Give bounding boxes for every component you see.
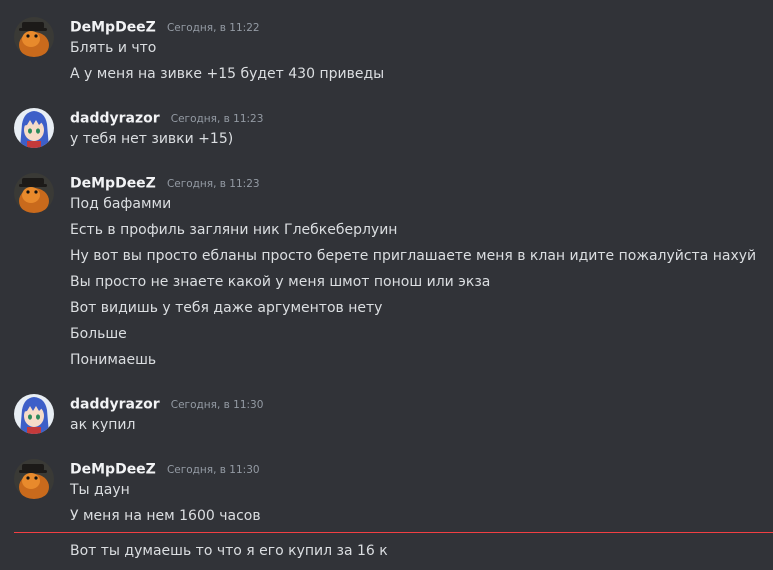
character-avatar-icon xyxy=(14,459,54,499)
message-text: Вы просто не знаете какой у меня шмот по… xyxy=(70,274,491,290)
message-text: Понимаешь xyxy=(70,352,157,368)
chat-messages[interactable]: DeMpDeeZ Сегодня, в 11:22 Блять и что А … xyxy=(0,0,773,570)
anime-girl-avatar-icon xyxy=(14,394,54,434)
avatar-dempdeez[interactable] xyxy=(14,459,54,499)
username[interactable]: DeMpDeeZ xyxy=(70,462,156,478)
anime-girl-avatar-icon xyxy=(14,108,54,148)
message-text: Больше xyxy=(70,326,127,342)
message-text: Блять и что xyxy=(70,40,157,56)
timestamp: Сегодня, в 11:23 xyxy=(166,177,260,190)
message-text: У меня на нем 1600 часов xyxy=(70,508,261,524)
character-avatar-icon xyxy=(14,17,54,57)
message-header: daddyrazor Сегодня, в 11:23 xyxy=(70,108,263,128)
message-header: daddyrazor Сегодня, в 11:30 xyxy=(70,394,263,414)
message-text: А у меня на зивке +15 будет 430 приведы xyxy=(70,66,385,82)
avatar-dempdeez[interactable] xyxy=(14,17,54,57)
timestamp: Сегодня, в 11:30 xyxy=(166,463,260,476)
character-avatar-icon xyxy=(14,173,54,213)
username[interactable]: DeMpDeeZ xyxy=(70,20,156,36)
avatar-dempdeez[interactable] xyxy=(14,173,54,213)
message-header: DeMpDeeZ Сегодня, в 11:23 xyxy=(70,173,260,193)
avatar-daddyrazor[interactable] xyxy=(14,108,54,148)
message-text: ак купил xyxy=(70,417,136,433)
message-header: DeMpDeeZ Сегодня, в 11:30 xyxy=(70,459,260,479)
message-text: Ну вот вы просто ебланы просто берете пр… xyxy=(70,248,757,264)
username[interactable]: daddyrazor xyxy=(70,397,160,413)
message-text: Ты даун xyxy=(70,482,130,498)
timestamp: Сегодня, в 11:22 xyxy=(166,21,260,34)
timestamp: Сегодня, в 11:30 xyxy=(170,398,264,411)
message-text: Есть в профиль загляни ник Глебкеберлуин xyxy=(70,222,398,238)
new-messages-divider xyxy=(14,532,773,533)
message-text: Вот видишь у тебя даже аргументов нету xyxy=(70,300,383,316)
username[interactable]: DeMpDeeZ xyxy=(70,176,156,192)
message-text: Вот ты думаешь то что я его купил за 16 … xyxy=(70,543,388,559)
avatar-daddyrazor[interactable] xyxy=(14,394,54,434)
message-text: Под бафамми xyxy=(70,196,172,212)
message-text: у тебя нет зивки +15) xyxy=(70,131,234,147)
timestamp: Сегодня, в 11:23 xyxy=(170,112,264,125)
message-header: DeMpDeeZ Сегодня, в 11:22 xyxy=(70,17,260,37)
username[interactable]: daddyrazor xyxy=(70,111,160,127)
